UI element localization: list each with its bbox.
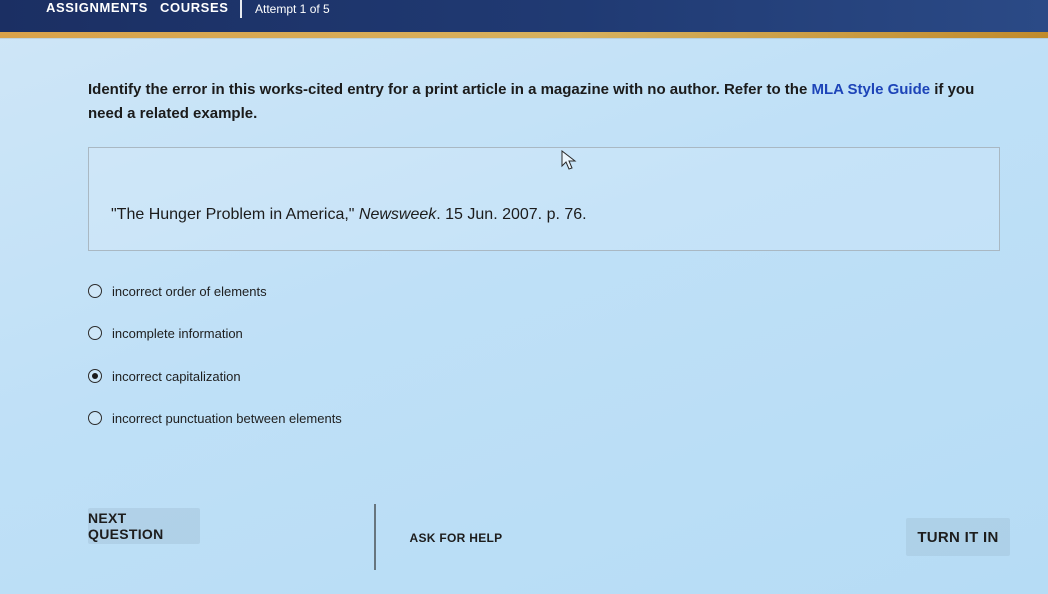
ask-for-help-button[interactable]: ASK FOR HELP bbox=[408, 524, 504, 552]
question-prefix: Identify the error in this works-cited e… bbox=[88, 81, 812, 98]
top-navigation: ASSIGNMENTS COURSES Attempt 1 of 5 bbox=[0, 0, 1048, 32]
mla-style-guide-link[interactable]: MLA Style Guide bbox=[811, 81, 930, 98]
option-item[interactable]: incomplete information bbox=[88, 323, 243, 343]
citation-text: "The Hunger Problem in America," Newswee… bbox=[111, 206, 587, 224]
radio-button[interactable] bbox=[88, 411, 102, 425]
radio-button[interactable] bbox=[88, 326, 102, 340]
option-item[interactable]: incorrect punctuation between elements bbox=[88, 408, 342, 428]
option-label: incorrect order of elements bbox=[112, 283, 267, 299]
option-label: incorrect capitalization bbox=[112, 368, 241, 384]
nav-assignments-link[interactable]: ASSIGNMENTS bbox=[46, 0, 148, 15]
citation-magazine: Newsweek bbox=[358, 206, 437, 223]
mouse-cursor-icon bbox=[561, 150, 577, 170]
option-label: incomplete information bbox=[112, 325, 243, 341]
turn-it-in-button[interactable]: TURN IT IN bbox=[906, 518, 1010, 556]
bottom-divider bbox=[374, 504, 376, 570]
question-prompt: Identify the error in this works-cited e… bbox=[88, 78, 1008, 126]
option-item[interactable]: incorrect order of elements bbox=[88, 281, 267, 301]
attempt-counter: Attempt 1 of 5 bbox=[255, 2, 330, 16]
next-question-button[interactable]: NEXT QUESTION bbox=[88, 508, 200, 544]
nav-courses-link[interactable]: COURSES bbox=[160, 0, 229, 15]
citation-details: . 15 Jun. 2007. p. 76. bbox=[436, 206, 587, 223]
citation-title: "The Hunger Problem in America," bbox=[111, 206, 359, 223]
nav-divider bbox=[240, 0, 242, 18]
option-item[interactable]: incorrect capitalization bbox=[88, 366, 241, 386]
top-accent-line bbox=[0, 32, 1048, 38]
radio-button[interactable] bbox=[88, 284, 102, 298]
radio-button-selected[interactable] bbox=[88, 369, 102, 383]
option-label: incorrect punctuation between elements bbox=[112, 410, 342, 426]
citation-box: "The Hunger Problem in America," Newswee… bbox=[88, 147, 1000, 251]
